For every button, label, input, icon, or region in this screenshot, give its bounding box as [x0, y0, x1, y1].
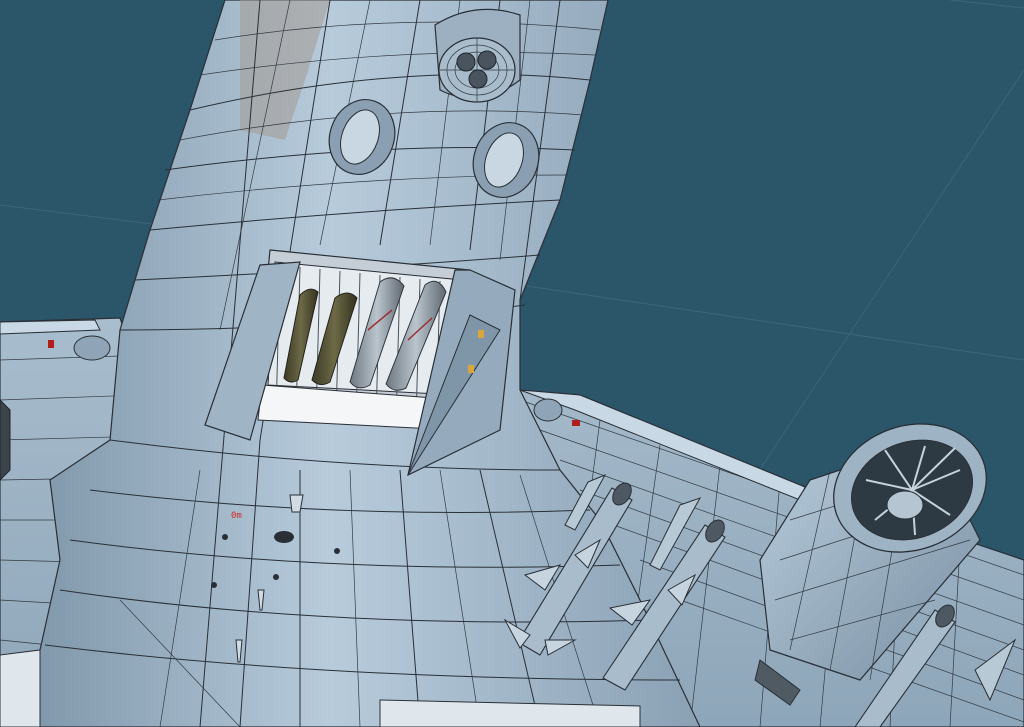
nav-light-right — [572, 420, 580, 426]
drain-hole — [274, 531, 294, 543]
tail-turret[interactable] — [434, 8, 521, 103]
turret-gun-port — [468, 69, 488, 89]
turret-gun-port — [456, 52, 476, 72]
nav-light-left — [48, 340, 54, 348]
turret-gun-port — [477, 50, 497, 70]
scale-label: 0m — [231, 511, 242, 521]
engine-spinner — [886, 490, 924, 520]
left-gear — [0, 399, 11, 481]
3d-viewport[interactable]: 0m — [0, 0, 1024, 727]
wireframe-scene[interactable] — [0, 0, 1024, 727]
